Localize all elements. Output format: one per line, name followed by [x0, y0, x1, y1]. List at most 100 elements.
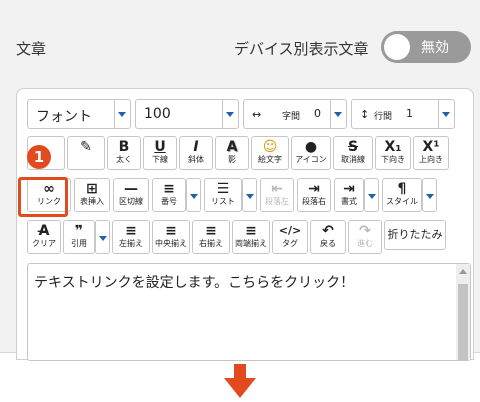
letter-spacing-value: 0 — [314, 107, 321, 120]
step-number-badge: 1 — [27, 145, 51, 169]
quote-group: ❞ 引用 — [63, 220, 110, 254]
size-dropdown-icon[interactable] — [222, 100, 238, 128]
style-dropdown[interactable] — [422, 178, 437, 212]
text-section-panel: 文章 デバイス別表示文章 無効 フォント 100 ↔ 字間 0 ↕ 行間 1 ✎… — [0, 0, 480, 361]
down-arrow-icon — [224, 364, 256, 398]
font-dropdown-icon[interactable] — [114, 100, 130, 128]
line-spacing-select[interactable]: ↕ 行間 1 — [351, 99, 455, 129]
align-justify-button[interactable]: ≡ 両端揃え — [232, 220, 270, 254]
clear-format-button[interactable]: A̶ クリア — [27, 220, 61, 254]
bold-icon: B — [118, 139, 130, 155]
format-dropdown[interactable] — [364, 178, 379, 212]
quote-dropdown[interactable] — [95, 220, 110, 254]
numbered-list-button[interactable]: ≡ 番号 — [152, 178, 186, 212]
toolbar-row-1: フォント 100 ↔ 字間 0 ↕ 行間 1 — [27, 99, 455, 129]
outdent-icon: ⇤ — [271, 181, 283, 197]
html-tag-button[interactable]: </> タグ — [272, 220, 308, 254]
emoji-button[interactable]: ☺ 絵文字 — [251, 136, 289, 170]
clear-format-icon: A̶ — [38, 223, 50, 239]
italic-button[interactable]: I 斜体 — [179, 136, 213, 170]
style-button[interactable]: ¶ スタイル — [382, 178, 422, 212]
align-right-button[interactable]: ≡ 右揃え — [192, 220, 230, 254]
scrollbar-thumb[interactable] — [458, 284, 468, 360]
toggle-knob — [384, 34, 410, 60]
pen-icon: ✎ — [80, 139, 92, 155]
device-toggle-label: デバイス別表示文章 — [234, 40, 369, 58]
letter-spacing-label: 字間 — [282, 112, 301, 122]
editor-content[interactable]: テキストリンクを設定します。こちらをクリック！ — [34, 272, 354, 292]
rich-text-editor: フォント 100 ↔ 字間 0 ↕ 行間 1 ✎ B 太く U 下線 I 斜体 … — [16, 88, 474, 361]
undo-button[interactable]: ↶ 戻る — [310, 220, 346, 254]
letter-spacing-select[interactable]: ↔ 字間 0 — [243, 99, 347, 129]
line-spacing-dropdown-icon[interactable] — [438, 100, 454, 128]
bullet-list-group: ☰ リスト — [204, 178, 257, 212]
scroll-up-icon[interactable] — [459, 269, 467, 274]
numbered-list-icon: ≡ — [163, 181, 175, 197]
outdent-button[interactable]: ⇤ 段落左 — [260, 178, 294, 212]
link-button-label: リンク — [37, 197, 61, 206]
section-label: 文章 — [16, 40, 47, 58]
undo-icon: ↶ — [322, 223, 334, 239]
align-left-button[interactable]: ≡ 左揃え — [112, 220, 150, 254]
link-icon: ∞ — [43, 181, 55, 197]
bold-button[interactable]: B 太く — [107, 136, 141, 170]
underline-button[interactable]: U 下線 — [143, 136, 177, 170]
bullet-list-button[interactable]: ☰ リスト — [204, 178, 242, 212]
line-spacing-icon: ↕ — [360, 108, 370, 121]
italic-icon: I — [193, 139, 199, 155]
toolbar-row-3: ∞ リンク ⊞ 表挿入 — 区切線 ≡ 番号 ☰ リスト ⇤ 段落左 ⇥ 段落右 ⇥ 書式 ¶ ス… — [27, 178, 437, 212]
quote-icon: ❞ — [74, 223, 84, 239]
editor-text-area[interactable]: テキストリンクを設定します。こちらをクリック！ — [27, 263, 471, 361]
subscript-icon: X₁ — [384, 139, 402, 155]
shadow-button[interactable]: A影 — [215, 136, 249, 170]
toggle-state-text: 無効 — [421, 40, 449, 56]
device-toggle-switch[interactable]: 無効 — [381, 31, 471, 63]
fold-toolbar-button[interactable]: 折りたたみ — [384, 220, 446, 250]
indent-icon: ⇥ — [308, 181, 320, 197]
numbered-list-dropdown[interactable] — [186, 178, 201, 212]
numbered-list-group: ≡ 番号 — [152, 178, 201, 212]
letter-spacing-dropdown-icon[interactable] — [330, 100, 346, 128]
line-spacing-value: 1 — [406, 107, 413, 120]
code-icon: </> — [278, 224, 302, 237]
format-icon: ⇥ — [343, 181, 355, 197]
indent-button[interactable]: ⇥ 段落右 — [297, 178, 331, 212]
quote-button[interactable]: ❞ 引用 — [63, 220, 95, 254]
strikethrough-button[interactable]: S 取消線 — [333, 136, 373, 170]
paragraph-icon: ¶ — [397, 181, 407, 197]
superscript-icon: X¹ — [422, 139, 440, 155]
align-left-icon: ≡ — [125, 223, 137, 239]
person-icon: ● — [304, 139, 318, 155]
highlight-color-button[interactable]: ✎ — [67, 136, 105, 170]
redo-button[interactable]: ↷ 進む — [348, 220, 382, 254]
align-justify-icon: ≡ — [245, 223, 257, 239]
table-insert-button[interactable]: ⊞ 表挿入 — [74, 178, 110, 212]
icon-insert-button[interactable]: ● アイコン — [291, 136, 331, 170]
superscript-button[interactable]: X¹ 上向き — [413, 136, 449, 170]
align-right-icon: ≡ — [205, 223, 217, 239]
format-button[interactable]: ⇥ 書式 — [334, 178, 364, 212]
bullet-list-dropdown[interactable] — [242, 178, 257, 212]
bullet-list-icon: ☰ — [216, 181, 230, 197]
font-select-label: フォント — [36, 109, 92, 125]
horizontal-rule-button[interactable]: — 区切線 — [113, 178, 149, 212]
toolbar-row-4: A̶ クリア ❞ 引用 ≡ 左揃え ≡ 中央揃え ≡ 右揃え ≡ 両端揃え </> タグ ↶ 戻… — [27, 220, 446, 254]
emoji-icon: ☺ — [262, 139, 278, 155]
letter-spacing-icon: ↔ — [252, 108, 262, 121]
editor-scrollbar[interactable] — [456, 264, 470, 360]
shadow-icon: A — [226, 139, 238, 155]
hr-icon: — — [124, 181, 138, 197]
size-select[interactable]: 100 — [135, 99, 239, 129]
style-group: ¶ スタイル — [382, 178, 437, 212]
size-select-value: 100 — [144, 106, 171, 122]
format-group: ⇥ 書式 — [334, 178, 379, 212]
font-select[interactable]: フォント — [27, 99, 131, 129]
link-button[interactable]: ∞ リンク — [27, 178, 71, 212]
toolbar-row-2: ✎ B 太く U 下線 I 斜体 A影 ☺ 絵文字 ● アイコン S 取消線 X₁ 下向き X… — [27, 136, 449, 170]
subscript-button[interactable]: X₁ 下向き — [375, 136, 411, 170]
align-center-button[interactable]: ≡ 中央揃え — [152, 220, 190, 254]
redo-icon: ↷ — [359, 223, 371, 239]
align-center-icon: ≡ — [165, 223, 177, 239]
underline-icon: U — [154, 139, 166, 155]
line-spacing-label: 行間 — [374, 112, 393, 122]
